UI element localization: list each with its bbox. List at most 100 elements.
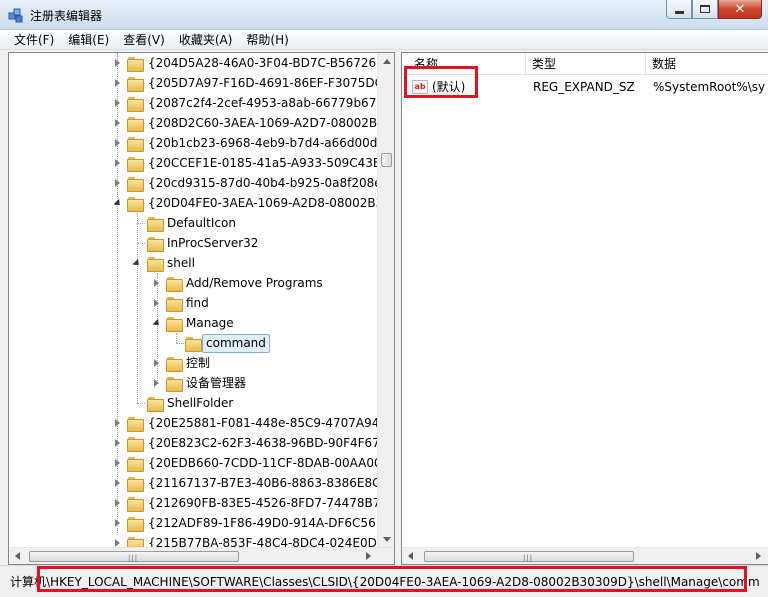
expand-icon[interactable]	[115, 159, 120, 167]
folder-icon	[127, 96, 144, 112]
tree-guide-line	[176, 333, 177, 343]
expand-icon[interactable]	[154, 359, 159, 367]
folder-icon	[147, 216, 164, 232]
tree-item-label: DefaultIcon	[167, 216, 236, 230]
scroll-left-arrow-icon[interactable]	[408, 552, 413, 560]
folder-icon	[127, 156, 144, 172]
menu-edit[interactable]: 编辑(E)	[61, 30, 116, 49]
collapse-icon[interactable]	[113, 198, 123, 209]
tree-item-label: {204D5A28-46A0-3F04-BD7C-B5672631E	[148, 56, 395, 70]
expand-icon[interactable]	[115, 479, 120, 487]
folder-icon	[127, 476, 144, 492]
tree-item-label: InProcServer32	[167, 236, 259, 250]
tree-item-label: Manage	[186, 316, 234, 330]
window-title: 注册表编辑器	[30, 9, 103, 23]
expand-icon[interactable]	[154, 379, 159, 387]
folder-icon	[185, 336, 202, 352]
tree-item-label: {20D04FE0-3AEA-1069-A2D8-08002B303	[148, 196, 395, 210]
scroll-grip: |||	[523, 554, 534, 562]
folder-icon	[127, 136, 144, 152]
maximize-button[interactable]	[692, 0, 718, 19]
tree-vertical-scrollbar[interactable]	[377, 53, 394, 548]
column-data[interactable]: 数据	[646, 53, 768, 75]
value-data: %SystemRoot%\sy	[653, 80, 766, 94]
scroll-thumb[interactable]: |||	[29, 551, 239, 562]
folder-icon	[127, 176, 144, 192]
menu-file[interactable]: 文件(F)	[0, 30, 61, 49]
expand-icon[interactable]	[115, 79, 120, 87]
folder-open-icon	[166, 316, 183, 332]
tree-item-label: {20b1cb23-6968-4eb9-b7d4-a66d00d07	[148, 136, 393, 150]
column-type[interactable]: 类型	[526, 53, 646, 75]
expand-icon[interactable]	[154, 279, 159, 287]
expand-icon[interactable]	[115, 519, 120, 527]
folder-open-icon	[127, 196, 144, 212]
registry-tree: {204D5A28-46A0-3F04-BD7C-B5672631E {205D…	[8, 52, 395, 565]
minimize-button[interactable]	[666, 0, 692, 19]
folder-icon	[127, 436, 144, 452]
minimize-icon	[674, 10, 684, 14]
expand-icon[interactable]	[115, 59, 120, 67]
tree-item-label: {20EDB660-7CDD-11CF-8DAB-00AA006	[148, 456, 390, 470]
menu-help[interactable]: 帮助(H)	[239, 30, 295, 49]
folder-icon	[127, 76, 144, 92]
expand-icon[interactable]	[115, 419, 120, 427]
expand-icon[interactable]	[115, 539, 120, 547]
scroll-up-arrow-icon[interactable]	[383, 59, 391, 64]
tree-item-label: find	[186, 296, 209, 310]
expand-icon[interactable]	[115, 139, 120, 147]
folder-icon	[166, 356, 183, 372]
folder-icon	[127, 116, 144, 132]
tree-item-label: {21167137-B7E3-40B6-8863-8386E8C05	[148, 476, 395, 490]
scroll-right-arrow-icon[interactable]	[366, 552, 371, 560]
folder-icon	[147, 236, 164, 252]
highlight-box-path	[37, 566, 747, 592]
tree-item-label: command	[202, 334, 270, 353]
tree-item-label: {205D7A97-F16D-4691-86EF-F3075DCCA	[148, 76, 395, 90]
folder-icon	[166, 296, 183, 312]
highlight-box-default-value	[404, 66, 478, 98]
expand-icon[interactable]	[115, 179, 120, 187]
scroll-right-arrow-icon[interactable]	[756, 552, 761, 560]
tree-item-label: {2087c2f4-2cef-4953-a8ab-66779b67049	[148, 96, 395, 110]
scroll-left-arrow-icon[interactable]	[15, 552, 20, 560]
title-bar: 注册表编辑器 ✕	[0, 0, 768, 30]
scroll-thumb[interactable]: |||	[424, 551, 634, 562]
tree-item-label: {212ADF89-1F86-49D0-914A-DF6C5613C	[148, 516, 395, 530]
expand-icon[interactable]	[115, 119, 120, 127]
values-list: 名称 类型 数据 ab (默认) REG_EXPAND_SZ %SystemRo…	[401, 52, 768, 565]
expand-icon[interactable]	[115, 459, 120, 467]
menu-bar: 文件(F) 编辑(E) 查看(V) 收藏夹(A) 帮助(H)	[0, 30, 768, 50]
folder-icon	[147, 396, 164, 412]
menu-favorites[interactable]: 收藏夹(A)	[172, 30, 240, 49]
maximize-icon	[700, 5, 710, 13]
close-button[interactable]: ✕	[718, 0, 762, 19]
scroll-grip: |||	[128, 554, 139, 562]
list-horizontal-scrollbar[interactable]: |||	[402, 547, 768, 564]
folder-icon	[127, 56, 144, 72]
collapse-icon[interactable]	[152, 318, 162, 329]
tree-guide-line	[137, 403, 145, 404]
expand-icon[interactable]	[115, 99, 120, 107]
expand-icon[interactable]	[115, 439, 120, 447]
tree-item-label: {20CCEF1E-0185-41a5-A933-509C43B54	[148, 156, 395, 170]
folder-icon	[166, 276, 183, 292]
menu-view[interactable]: 查看(V)	[116, 30, 172, 49]
tree-guide-line	[137, 243, 145, 244]
scroll-down-arrow-icon[interactable]	[383, 537, 391, 542]
tree-guide-line	[176, 343, 184, 344]
tree-item-label: Add/Remove Programs	[186, 276, 323, 290]
tree-item-label: {212690FB-83E5-4526-8FD7-74478B793	[148, 496, 395, 510]
scroll-thumb[interactable]	[381, 153, 392, 167]
value-type: REG_EXPAND_SZ	[533, 80, 635, 94]
tree-item-label: {20E823C2-62F3-4638-96BD-90F4F6784	[148, 436, 395, 450]
collapse-icon[interactable]	[132, 258, 142, 269]
tree-horizontal-scrollbar[interactable]: |||	[9, 547, 394, 564]
folder-icon	[127, 416, 144, 432]
folder-icon	[127, 456, 144, 472]
tree-item-label: ShellFolder	[167, 396, 234, 410]
tree-guide-line	[137, 223, 145, 224]
expand-icon[interactable]	[115, 499, 120, 507]
expand-icon[interactable]	[154, 299, 159, 307]
regedit-icon	[8, 8, 23, 23]
